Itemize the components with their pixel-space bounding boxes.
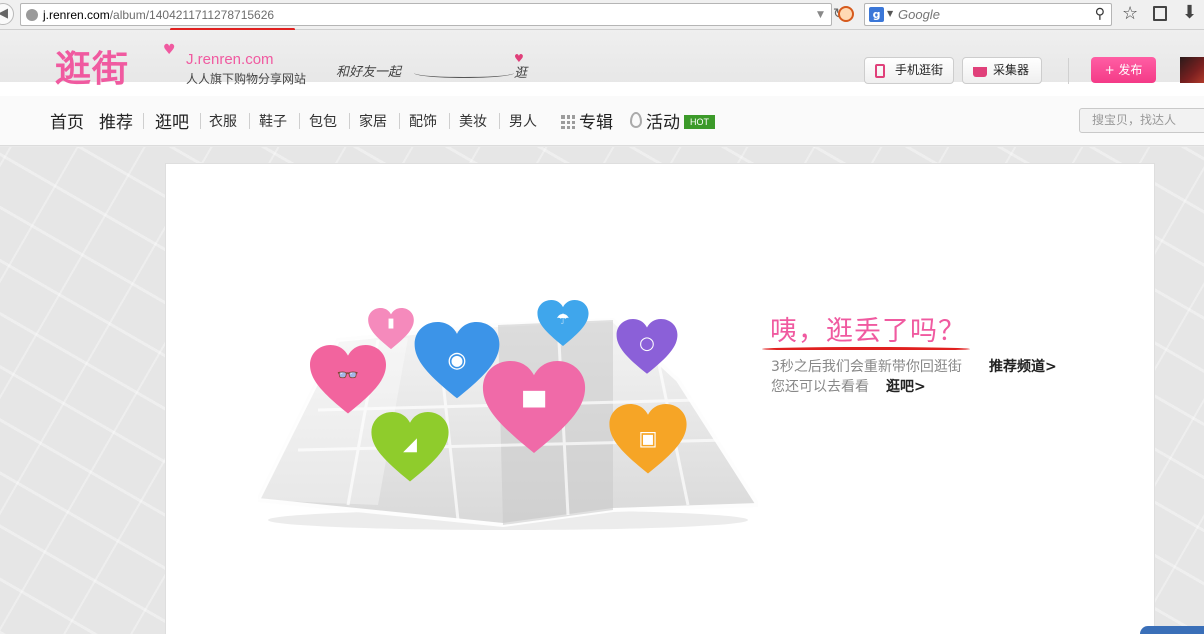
nav-albums[interactable]: 专辑 [579,108,613,133]
main-nav: 首页 推荐 逛吧 衣服 鞋子 包包 家居 配饰 美妆 男人 专辑 活动 HOT … [0,96,1204,146]
avatar[interactable] [1180,57,1204,83]
nav-separator [143,113,144,129]
mobile-app-button[interactable]: 手机逛街 [864,57,954,84]
logo-tagline: 人人旗下购物分享网站 [186,72,307,86]
search-icon[interactable]: ⚲ [1095,6,1105,22]
collector-label: 采集器 [993,63,1030,77]
nav-separator [249,113,250,129]
site-search-input[interactable]: 搜宝贝，找达人 [1079,108,1204,133]
globe-icon [26,9,38,21]
tshirt-icon: ▀ [523,391,545,424]
sunglasses-heart: 👓 [310,345,386,415]
lost-page-title: 咦，逛丢了吗？ [770,316,966,347]
ring-icon: ○ [639,333,655,354]
slogan-end: 逛 [514,66,528,81]
mobile-app-label: 手机逛街 [895,63,944,77]
recommend-channel-link[interactable]: 推荐频道> [989,356,1057,376]
high-heel-icon: ◢ [403,434,417,455]
hot-badge: HOT [684,115,715,129]
ring-heart: ○ [616,319,678,375]
url-host: j.renren.com [43,8,110,22]
nav-events[interactable]: 活动 [646,108,680,133]
nav-separator [349,113,350,129]
nav-separator [449,113,450,129]
collector-button[interactable]: 采集器 [962,57,1042,84]
logo-domain: J.renren.com [186,51,274,68]
nav-men[interactable]: 男人 [509,111,537,131]
header-divider [1068,58,1069,84]
search-engine-dropdown-icon[interactable]: ▼ [887,9,893,18]
basket-icon [973,67,987,77]
nav-shoes[interactable]: 鞋子 [259,111,287,131]
url-text: j.renren.com/album/1404211711278715626 [43,8,274,22]
publish-button[interactable]: + 发布 [1091,57,1156,83]
nav-separator [399,113,400,129]
umbrella-icon: ☂ [556,310,570,328]
nav-clothes[interactable]: 衣服 [209,111,237,131]
browser-search-placeholder: Google [898,7,940,22]
bookmark-star-icon[interactable]: ☆ [1122,3,1138,24]
url-dropdown-icon[interactable]: ▼ [817,10,824,20]
bag-heart: ▣ [609,404,687,475]
umbrella-heart: ☂ [537,300,589,347]
browser-search-box[interactable]: g ▼ Google ⚲ [864,3,1112,26]
flame-icon [630,112,642,128]
site-logo[interactable]: 逛街 [55,40,129,92]
logo-heart-icon: ♥ [163,42,176,58]
lipstick-heart: ▮ [368,308,414,350]
tshirt-heart: ▀ [482,361,586,455]
nav-stroll[interactable]: 逛吧 [155,108,189,133]
nav-home-goods[interactable]: 家居 [359,111,387,131]
bookmarks-menu-icon[interactable] [1153,6,1167,21]
suggestion-message: 您还可以去看看 [771,379,869,395]
sunglasses-icon: 👓 [336,365,360,386]
address-bar[interactable]: j.renren.com/album/1404211711278715626 ▼… [20,3,845,26]
nav-separator [200,113,201,129]
nav-separator [299,113,300,129]
google-g-icon[interactable]: g [869,7,884,22]
nav-beauty[interactable]: 美妆 [459,111,487,131]
browser-toolbar: ◀ j.renren.com/album/1404211711278715626… [0,0,1204,30]
nav-bags[interactable]: 包包 [309,111,337,131]
corner-widget[interactable] [1140,626,1204,634]
title-annotation-underline [762,347,970,351]
adblock-icon[interactable] [838,6,854,22]
phone-icon [875,64,885,78]
nav-accessories[interactable]: 配饰 [409,111,437,131]
nav-home[interactable]: 首页 [50,108,84,133]
lipstick-icon: ▮ [387,316,395,331]
back-icon[interactable]: ◀ [0,3,14,25]
redirect-message: 3秒之后我们会重新带你回逛街 [771,359,962,375]
slogan: 和好友一起 [336,65,402,80]
download-icon[interactable]: ⬇ [1182,2,1197,23]
grid-icon [561,115,575,129]
high-heel-heart: ◢ [371,412,449,483]
stroll-link[interactable]: 逛吧> [886,376,926,396]
nav-recommend[interactable]: 推荐 [99,108,133,133]
nav-separator [499,113,500,129]
slogan-squiggle [414,68,514,78]
bag-icon: ▣ [638,426,658,450]
url-path: /album/1404211711278715626 [109,8,275,22]
